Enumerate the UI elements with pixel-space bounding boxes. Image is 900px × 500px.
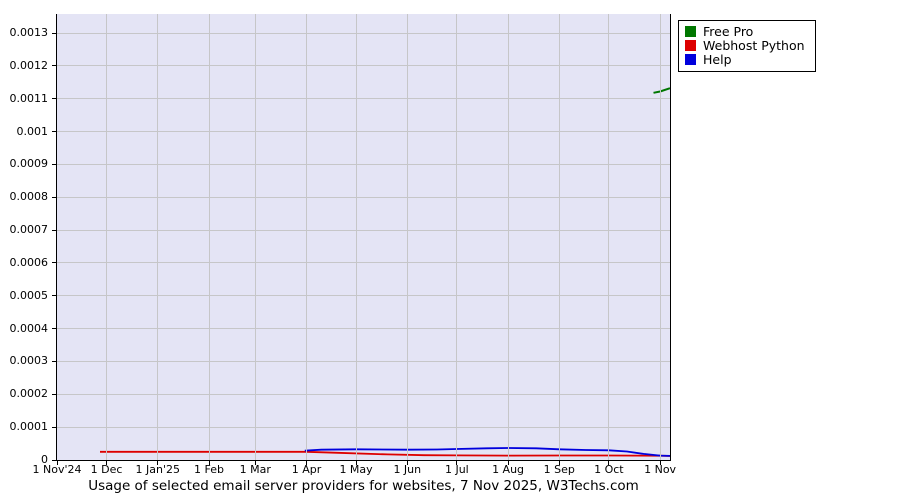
gridline-vertical [208, 14, 210, 460]
gridline-vertical [507, 14, 509, 460]
y-axis-tick [52, 328, 56, 330]
y-tick-label: 0.001 [16, 124, 49, 138]
y-axis-tick [52, 32, 56, 34]
gridline-vertical [406, 14, 408, 460]
y-tick-label: 0.0001 [9, 420, 49, 434]
gridline-vertical [558, 14, 560, 460]
y-axis-tick [52, 163, 56, 165]
gridline-horizontal [57, 229, 670, 231]
gridline-horizontal [57, 328, 670, 330]
y-axis-tick [52, 262, 56, 264]
gridline-vertical [106, 14, 108, 460]
series-line-webhost-python [100, 450, 670, 457]
gridline-horizontal [57, 163, 670, 165]
legend-item: Free Pro [685, 25, 805, 38]
y-axis-tick [52, 459, 56, 461]
y-axis-tick [52, 98, 56, 100]
y-tick-label: 0.0008 [9, 190, 49, 204]
y-tick-label: 0.0011 [9, 91, 49, 105]
y-axis-tick [52, 360, 56, 362]
gridline-vertical [305, 14, 307, 460]
y-tick-label: 0.0002 [9, 387, 49, 401]
y-tick-label: 0.0005 [9, 288, 49, 302]
gridline-horizontal [57, 262, 670, 264]
y-axis-tick [52, 426, 56, 428]
gridline-horizontal [57, 196, 670, 198]
legend-swatch-icon [685, 26, 696, 37]
y-axis-tick [52, 131, 56, 133]
gridline-horizontal [57, 360, 670, 362]
gridline-horizontal [57, 98, 670, 100]
y-axis-tick [52, 65, 56, 67]
gridline-vertical [157, 14, 159, 460]
gridline-horizontal [57, 393, 670, 395]
gridline-horizontal [57, 295, 670, 297]
chart-title: Usage of selected email server providers… [88, 478, 639, 494]
legend-item: Help [685, 53, 805, 66]
plot-area [56, 14, 671, 461]
gridline-horizontal [57, 65, 670, 67]
legend-swatch-icon [685, 40, 696, 51]
y-axis-tick [52, 229, 56, 231]
y-axis-tick [52, 295, 56, 297]
y-axis-tick [52, 196, 56, 198]
legend-label: Free Pro [703, 24, 754, 39]
gridline-vertical [456, 14, 458, 460]
chart-canvas: 0 0.0001 0.0002 0.0003 0.0004 0.0005 0.0006 0.0… [0, 0, 900, 500]
gridline-horizontal [57, 426, 670, 428]
y-tick-label: 0.0004 [9, 321, 49, 335]
y-tick-label: 0.0012 [9, 58, 49, 72]
gridline-vertical [355, 14, 357, 460]
legend-item: Webhost Python [685, 39, 805, 52]
series-line-free-pro [653, 87, 670, 94]
gridline-vertical [608, 14, 610, 460]
y-axis-tick [52, 393, 56, 395]
gridline-horizontal [57, 32, 670, 34]
legend: Free Pro Webhost Python Help [678, 20, 816, 72]
gridline-vertical [254, 14, 256, 460]
y-tick-label: 0.0006 [9, 255, 49, 269]
gridline-horizontal [57, 131, 670, 133]
legend-label: Webhost Python [703, 38, 805, 53]
y-tick-label: 0.0007 [9, 223, 49, 237]
y-tick-label: 0.0009 [9, 157, 49, 171]
x-tick-label: 1 Nov [644, 463, 677, 476]
legend-swatch-icon [685, 54, 696, 65]
legend-label: Help [703, 52, 732, 67]
gridline-vertical [659, 14, 661, 460]
y-tick-label: 0.0013 [9, 26, 49, 40]
y-tick-label: 0.0003 [9, 354, 49, 368]
